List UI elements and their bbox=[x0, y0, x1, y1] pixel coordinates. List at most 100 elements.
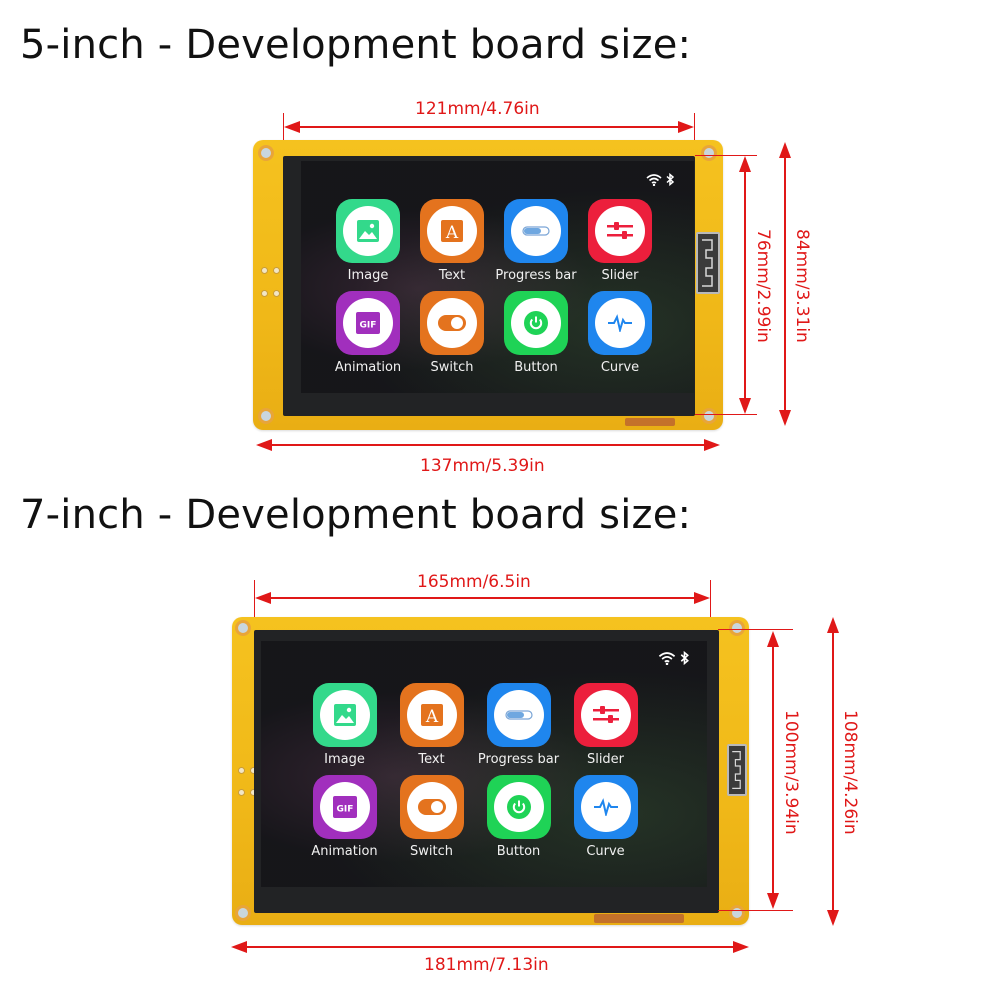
image-icon bbox=[357, 220, 379, 242]
dim-line bbox=[744, 170, 746, 400]
app-label: Switch bbox=[430, 360, 474, 375]
curve-icon bbox=[608, 314, 632, 332]
progress-bar-icon bbox=[522, 226, 550, 236]
pcb-pad bbox=[238, 767, 245, 774]
arrow-down-icon bbox=[827, 910, 839, 926]
svg-text:A: A bbox=[445, 223, 459, 243]
app-grid: Image A Text Progress bar Slider GIF Ani… bbox=[326, 199, 662, 375]
wifi-icon bbox=[658, 651, 676, 665]
app-label: Curve bbox=[600, 360, 640, 375]
app-label: Image bbox=[324, 752, 365, 767]
dim-line bbox=[244, 946, 736, 948]
switch-icon bbox=[417, 799, 446, 815]
power-icon bbox=[506, 795, 531, 819]
gif-icon: GIF bbox=[332, 796, 357, 818]
arrow-down-icon bbox=[767, 893, 779, 909]
arrow-up-icon bbox=[779, 142, 791, 158]
dim-line bbox=[772, 645, 774, 895]
app-switch[interactable]: Switch bbox=[410, 291, 494, 375]
app-progress-bar[interactable]: Progress bar bbox=[494, 199, 578, 283]
app-button[interactable]: Button bbox=[475, 775, 562, 859]
dim-extension-line bbox=[718, 629, 793, 630]
mounting-hole bbox=[729, 620, 745, 636]
mounting-hole bbox=[258, 408, 274, 424]
mounting-hole bbox=[258, 145, 274, 161]
image-icon bbox=[333, 704, 356, 726]
app-slider[interactable]: Slider bbox=[578, 199, 662, 283]
app-animation[interactable]: GIF Animation bbox=[326, 291, 410, 375]
pcb-pad bbox=[273, 267, 280, 274]
pcb-pad bbox=[261, 267, 268, 274]
arrow-up-icon bbox=[767, 631, 779, 647]
progress-bar-icon bbox=[504, 710, 533, 720]
app-curve[interactable]: Curve bbox=[578, 291, 662, 375]
app-curve[interactable]: Curve bbox=[562, 775, 649, 859]
arrow-right-icon bbox=[733, 941, 749, 953]
app-image[interactable]: Image bbox=[326, 199, 410, 283]
slider-icon bbox=[607, 222, 633, 239]
antenna-icon bbox=[727, 744, 747, 796]
dim-screen-width-7inch: 165mm/6.5in bbox=[417, 572, 531, 592]
display-bezel-7inch: Image A Text Progress bar Slider GIF Ani… bbox=[254, 630, 719, 913]
app-button[interactable]: Button bbox=[494, 291, 578, 375]
app-switch[interactable]: Switch bbox=[388, 775, 475, 859]
fpc-connector bbox=[594, 914, 684, 923]
svg-text:GIF: GIF bbox=[360, 321, 377, 331]
dim-line bbox=[290, 126, 688, 128]
dim-line bbox=[832, 630, 834, 912]
app-text[interactable]: A Text bbox=[388, 683, 475, 767]
dim-extension-line bbox=[718, 910, 793, 911]
app-text[interactable]: A Text bbox=[410, 199, 494, 283]
dim-line bbox=[784, 156, 786, 412]
app-progress-bar[interactable]: Progress bar bbox=[475, 683, 562, 767]
curve-icon bbox=[593, 798, 618, 816]
arrow-down-icon bbox=[779, 410, 791, 426]
mounting-hole bbox=[701, 145, 717, 161]
app-label: Button bbox=[496, 844, 541, 859]
app-label: Slider bbox=[586, 752, 625, 767]
dim-screen-width-5inch: 121mm/4.76in bbox=[415, 99, 540, 119]
bluetooth-icon bbox=[666, 173, 674, 186]
mounting-hole bbox=[729, 905, 745, 921]
dim-line bbox=[268, 444, 708, 446]
arrow-right-icon bbox=[704, 439, 720, 451]
app-label: Animation bbox=[311, 844, 378, 859]
arrow-right-icon bbox=[678, 121, 694, 133]
app-label: Text bbox=[438, 268, 466, 283]
dim-board-width-5inch: 137mm/5.39in bbox=[420, 456, 545, 476]
app-label: Curve bbox=[586, 844, 625, 859]
dim-extension-line bbox=[695, 414, 757, 415]
app-grid: Image A Text Progress bar Slider GIF Ani… bbox=[301, 683, 649, 859]
app-label: Text bbox=[418, 752, 445, 767]
arrow-left-icon bbox=[256, 439, 272, 451]
arrow-right-icon bbox=[694, 592, 710, 604]
text-icon: A bbox=[441, 220, 463, 243]
app-label: Image bbox=[347, 268, 389, 283]
display-bezel-5inch: Image A Text Progress bar Slider GIF Ani… bbox=[283, 156, 695, 416]
antenna-icon bbox=[696, 232, 720, 294]
dim-screen-height-7inch: 100mm/3.94in bbox=[781, 710, 801, 835]
mounting-hole bbox=[235, 905, 251, 921]
fpc-connector bbox=[625, 418, 675, 426]
arrow-left-icon bbox=[284, 121, 300, 133]
text-icon: A bbox=[420, 704, 443, 727]
app-label: Animation bbox=[334, 360, 402, 375]
app-slider[interactable]: Slider bbox=[562, 683, 649, 767]
app-animation[interactable]: GIF Animation bbox=[301, 775, 388, 859]
display-screen-5inch: Image A Text Progress bar Slider GIF Ani… bbox=[301, 161, 694, 393]
app-image[interactable]: Image bbox=[301, 683, 388, 767]
wifi-icon bbox=[646, 173, 662, 186]
mounting-hole bbox=[701, 408, 717, 424]
arrow-up-icon bbox=[739, 156, 751, 172]
board-7inch: Image A Text Progress bar Slider GIF Ani… bbox=[232, 617, 749, 925]
pcb-pad bbox=[238, 789, 245, 796]
bluetooth-icon bbox=[680, 651, 689, 665]
pcb-pad bbox=[273, 290, 280, 297]
arrow-down-icon bbox=[739, 398, 751, 414]
arrow-left-icon bbox=[231, 941, 247, 953]
section-title-5inch: 5-inch - Development board size: bbox=[20, 22, 692, 68]
svg-text:A: A bbox=[424, 707, 438, 727]
mounting-hole bbox=[235, 620, 251, 636]
display-screen-7inch: Image A Text Progress bar Slider GIF Ani… bbox=[261, 641, 707, 887]
dim-board-height-7inch: 108mm/4.26in bbox=[840, 710, 860, 835]
